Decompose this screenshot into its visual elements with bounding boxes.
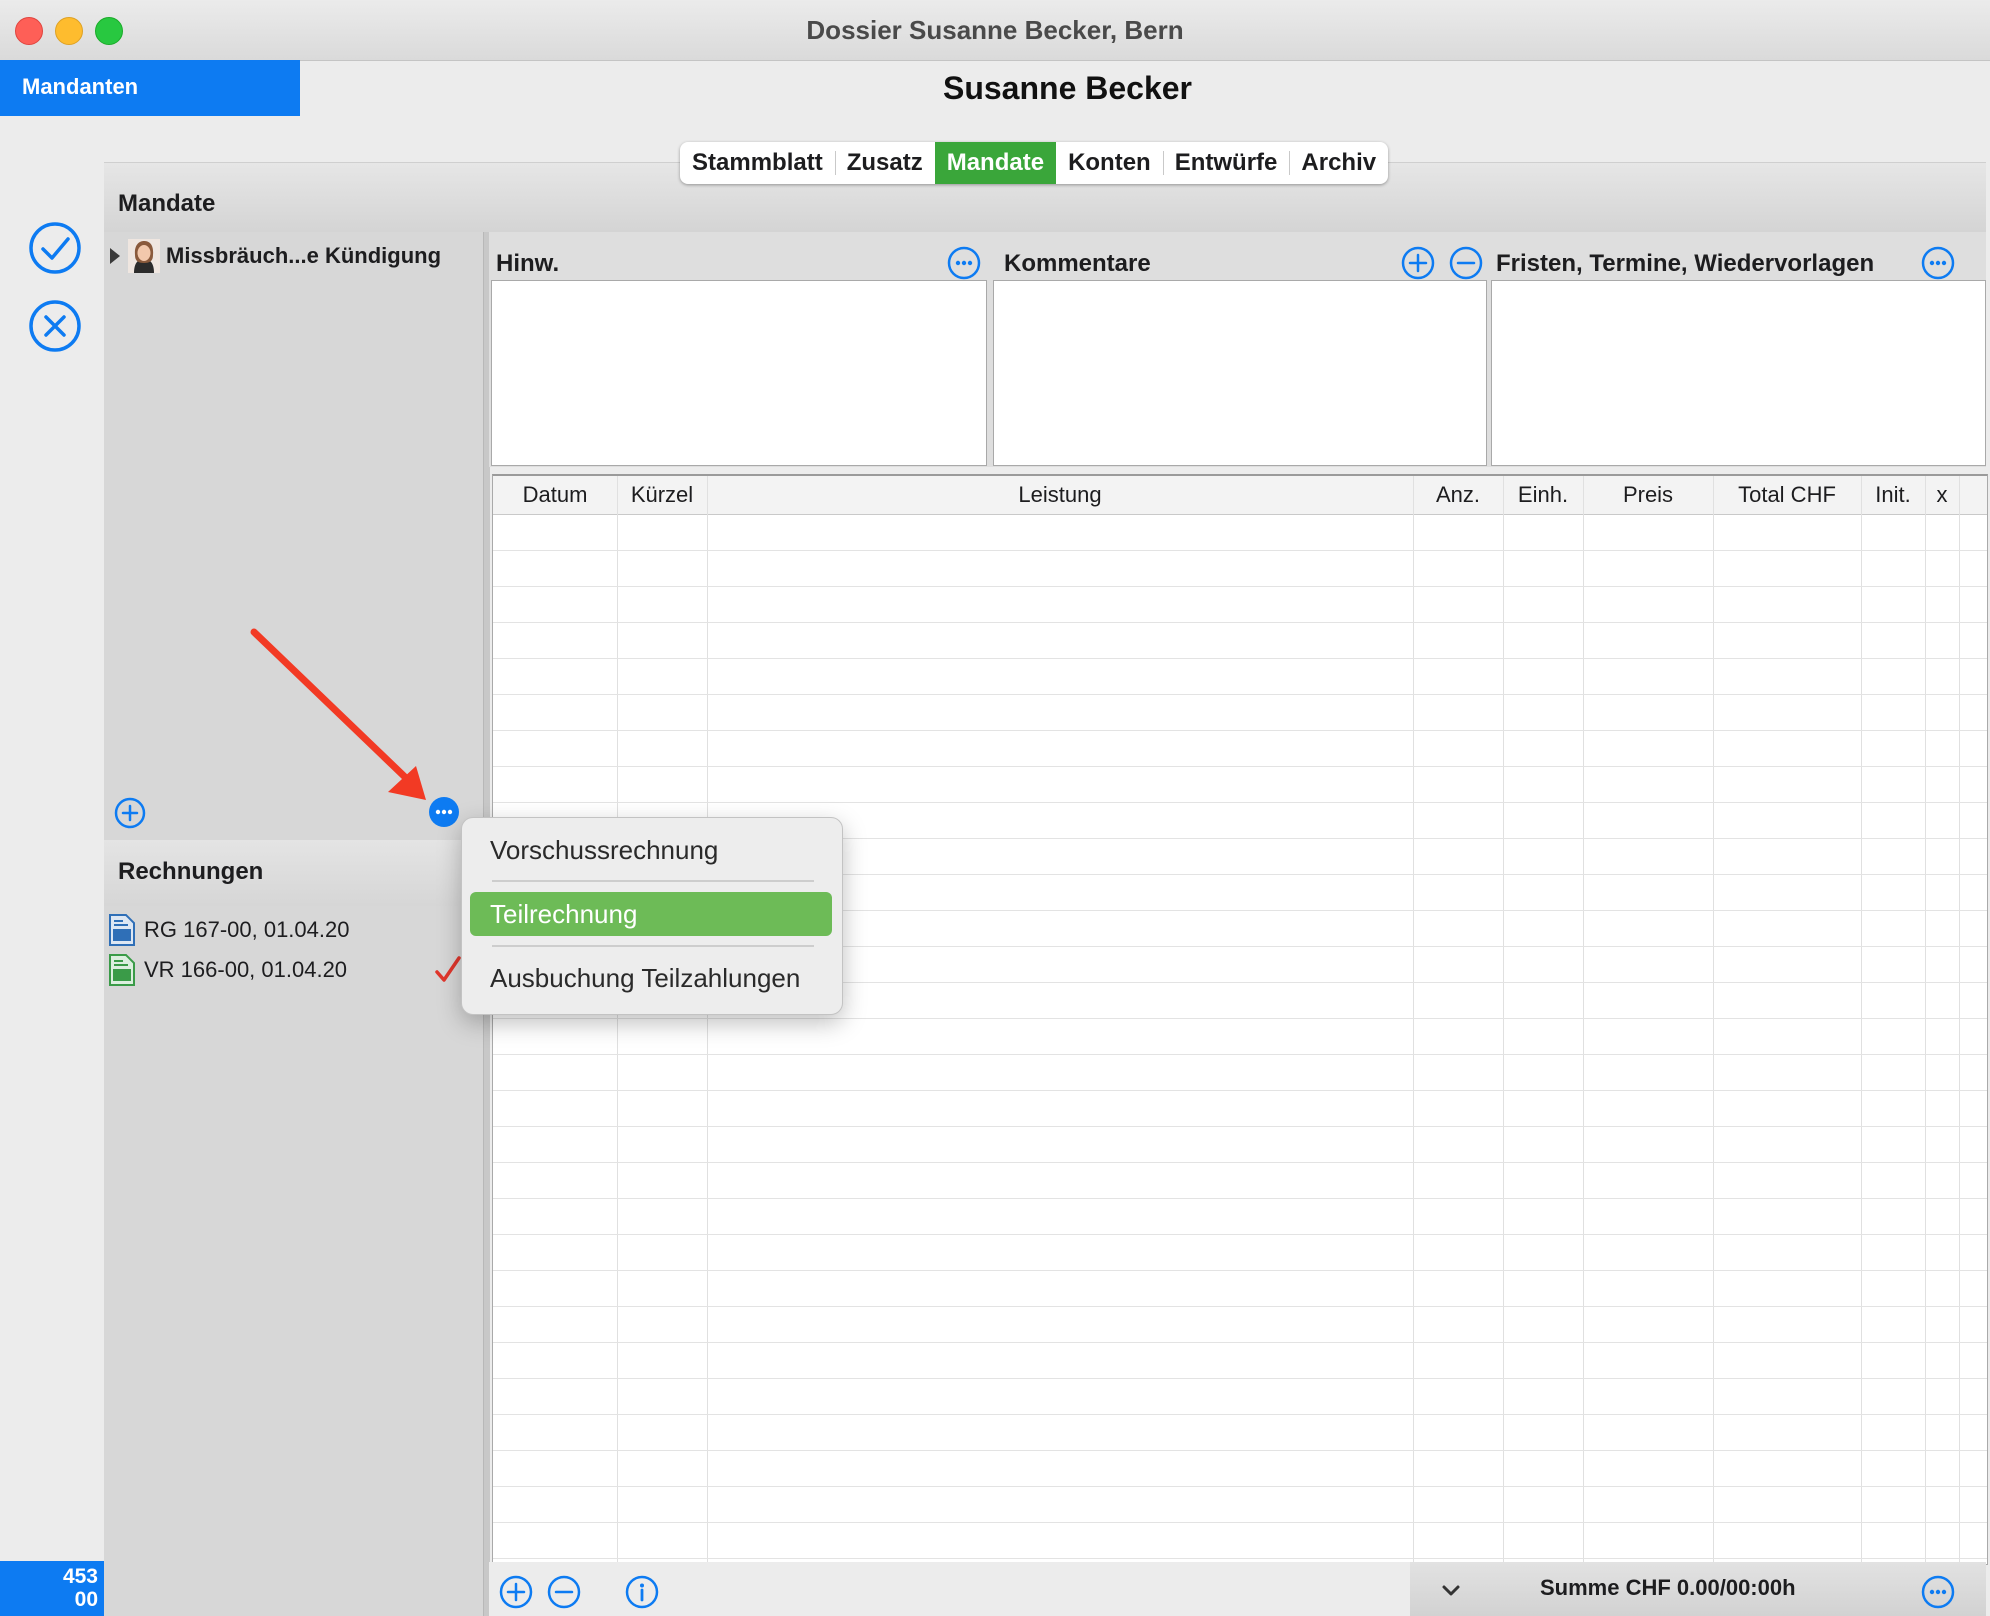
sum-label: Summe CHF 0.00/00:00h [1540,1575,1796,1600]
table-row-divider [493,1126,1987,1127]
menu-separator [492,945,814,947]
add-comment-plus-icon[interactable] [1401,246,1435,280]
table-row-divider [493,1234,1987,1235]
footer-more-icon[interactable] [1921,1575,1955,1609]
add-row-plus-icon[interactable] [499,1575,533,1609]
column-header-datum[interactable]: Datum [493,476,617,514]
menu-item-ausbuchung-teilzahlungen[interactable]: Ausbuchung Teilzahlungen [470,956,832,1000]
paid-checkmark-icon [434,955,462,985]
tab-mandate[interactable]: Mandate [934,142,1057,184]
table-row-divider [493,694,1987,695]
table-column-divider [1583,476,1584,1564]
advance-invoice-doc-icon [108,953,136,987]
kommentare-title: Kommentare [1004,250,1151,277]
fristen-box[interactable] [1491,280,1986,466]
table-column-divider [707,476,708,1564]
table-row-divider [493,1558,1987,1559]
invoice-list-item[interactable]: RG 167-00, 01.04.20 [108,912,349,948]
column-header-leistung[interactable]: Leistung [707,476,1413,514]
table-row-divider [493,1306,1987,1307]
table-column-divider [1861,476,1862,1564]
table-column-divider [1713,476,1714,1564]
tab-entwuerfe[interactable]: Entwürfe [1162,142,1290,184]
table-row-divider [493,586,1987,587]
menu-item-teilrechnung[interactable]: Teilrechnung [470,892,832,936]
mandate-item-label: Missbräuch...e Kündigung [166,243,442,268]
menu-item-vorschussrechnung[interactable]: Vorschussrechnung [470,828,832,872]
add-mandate-plus-icon[interactable] [114,797,146,829]
annotation-arrow-icon [240,620,440,810]
table-row-divider [493,1018,1987,1019]
tab-stammblatt[interactable]: Stammblatt [680,142,835,184]
table-row-divider [493,1450,1987,1451]
table-row-divider [493,1342,1987,1343]
column-header-x[interactable]: x [1925,476,1959,514]
table-row-divider [493,550,1987,551]
table-row-divider [493,1414,1987,1415]
disclosure-triangle-icon[interactable] [108,246,122,266]
kommentare-box[interactable] [993,280,1487,466]
table-column-divider [617,476,618,1564]
hinweise-box[interactable] [491,280,987,466]
table-row-divider [493,1522,1987,1523]
invoice-doc-icon [108,913,136,947]
counter-bottom: 00 [74,1588,98,1611]
table-column-divider [1413,476,1414,1564]
table-row-divider [493,1378,1987,1379]
table-row-divider [493,1486,1987,1487]
table-row-divider [493,622,1987,623]
rechnungen-section-title: Rechnungen [118,858,264,885]
table-row-divider [493,1270,1987,1271]
record-counter: 453 00 [0,1561,104,1616]
table-row-divider [493,1162,1987,1163]
counter-top: 453 [62,1565,98,1588]
chevron-down-icon[interactable] [1441,1583,1461,1599]
mandate-list-item[interactable]: Missbräuch...e Kündigung [108,238,441,274]
table-row-divider [493,766,1987,767]
window-title: Dossier Susanne Becker, Bern [806,15,1184,45]
mandate-section-title: Mandate [118,190,216,217]
table-column-divider [1503,476,1504,1564]
invoice-context-menu: Vorschussrechnung Teilrechnung Ausbuchun… [461,817,843,1015]
table-row-divider [493,1090,1987,1091]
confirm-check-icon[interactable] [27,220,83,276]
column-header-total[interactable]: Total CHF [1713,476,1861,514]
invoice-label: RG 167-00, 01.04.20 [144,917,350,942]
table-row-divider [493,1054,1987,1055]
tab-konten[interactable]: Konten [1056,142,1163,184]
invoice-list-item[interactable]: VR 166-00, 01.04.20 [108,952,347,988]
column-header-einheit[interactable]: Einh. [1503,476,1583,514]
menu-separator [492,880,814,882]
services-table[interactable]: Datum Kürzel Leistung Anz. Einh. Preis T… [492,474,1988,1565]
invoice-label: VR 166-00, 01.04.20 [144,957,348,982]
column-header-anzahl[interactable]: Anz. [1413,476,1503,514]
column-header-init[interactable]: Init. [1861,476,1925,514]
table-column-divider [1925,476,1926,1564]
hinweise-title: Hinw. [496,250,560,277]
table-row-divider [493,730,1987,731]
table-row-divider [493,802,1987,803]
info-icon[interactable] [625,1575,659,1609]
column-header-kuerzel[interactable]: Kürzel [617,476,707,514]
tab-zusatz[interactable]: Zusatz [834,142,935,184]
avatar [128,239,160,273]
tab-bar: Stammblatt Zusatz Mandate Konten Entwürf… [680,142,1389,184]
table-row-divider [493,658,1987,659]
cancel-x-icon[interactable] [27,298,83,354]
fristen-more-icon[interactable] [1921,246,1955,280]
fristen-title: Fristen, Termine, Wiedervorlagen [1496,250,1875,277]
hinweise-more-icon[interactable] [947,246,981,280]
table-column-divider [1959,476,1960,1564]
client-name: Susanne Becker [942,70,1192,106]
column-header-preis[interactable]: Preis [1583,476,1713,514]
tab-archiv[interactable]: Archiv [1289,142,1388,184]
remove-comment-minus-icon[interactable] [1449,246,1483,280]
mandanten-button[interactable]: Mandanten [0,60,300,116]
remove-row-minus-icon[interactable] [547,1575,581,1609]
table-row-divider [493,1198,1987,1199]
